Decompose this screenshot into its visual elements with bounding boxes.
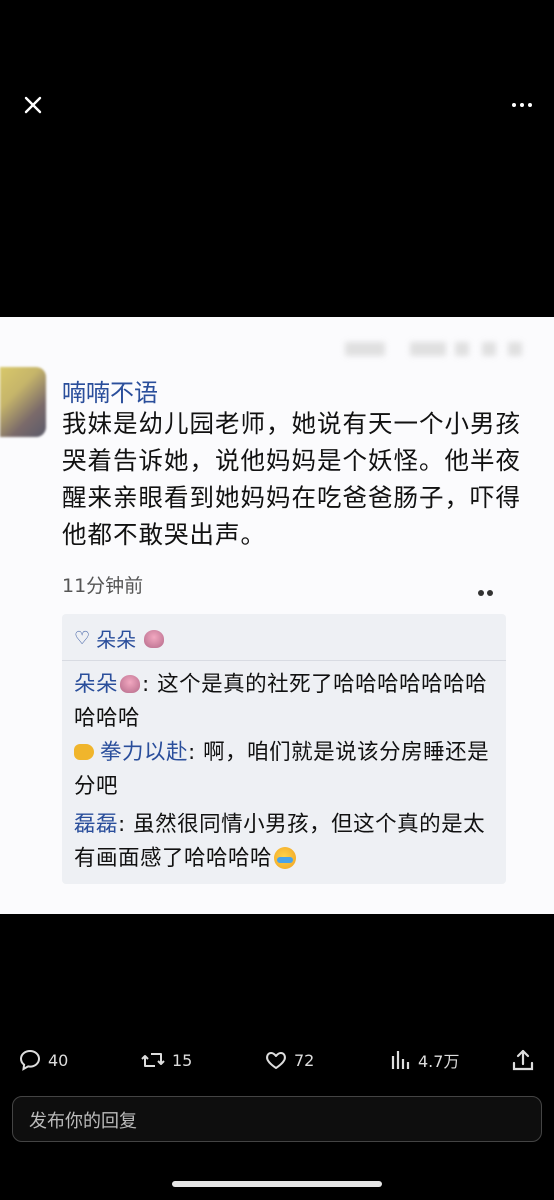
share-icon (512, 1049, 534, 1071)
blurred-area (345, 342, 385, 356)
close-icon (24, 96, 42, 114)
like-count: 72 (294, 1050, 315, 1070)
views-action[interactable]: 4.7万 (390, 1040, 459, 1080)
action-bar: 40 15 72 4.7万 (0, 1040, 554, 1080)
emoji-icon (120, 675, 141, 693)
blurred-area (455, 342, 469, 356)
post-text: 我妹是幼儿园老师，她说有天一个小男孩哭着告诉她，说他妈妈是个妖怪。他半夜醒来亲眼… (62, 409, 521, 549)
comment-icon (19, 1049, 41, 1071)
home-indicator[interactable] (172, 1181, 382, 1187)
share-action[interactable] (510, 1040, 536, 1080)
emoji-icon (144, 629, 165, 648)
post-more-icon (476, 581, 494, 600)
comment-author: 拳力以赴 (100, 740, 189, 765)
like-action[interactable]: 72 (264, 1040, 314, 1080)
bar-chart-icon (391, 1051, 410, 1069)
divider (62, 660, 506, 661)
comment-author: 朵朵 (74, 672, 119, 697)
comment-author: 磊磊 (74, 812, 119, 837)
more-dots-icon (512, 103, 516, 107)
reply-count: 40 (48, 1050, 69, 1070)
avatar (0, 367, 46, 437)
reply-action[interactable]: 40 (18, 1040, 68, 1080)
blurred-area (482, 342, 496, 356)
reply-placeholder: 发布你的回复 (29, 1111, 137, 1132)
comment-item: 拳力以赴: 啊，咱们就是说该分房睡还是分吧 (74, 736, 494, 804)
heart-icon (266, 1052, 286, 1069)
view-count: 4.7万 (418, 1052, 460, 1071)
heart-outline-icon: ♡ (74, 628, 91, 649)
fist-emoji-icon (74, 744, 94, 760)
post-username: 喃喃不语 (62, 379, 158, 407)
blurred-area (410, 342, 446, 356)
crying-laughing-emoji-icon (274, 847, 297, 869)
likes-row: ♡ 朵朵 (74, 624, 166, 653)
close-button[interactable] (18, 90, 48, 120)
post-image[interactable]: 喃喃不语 我妹是幼儿园老师，她说有天一个小男孩哭着告诉她，说他妈妈是个妖怪。他半… (0, 317, 554, 914)
top-bar (0, 0, 554, 210)
comment-item: 磊磊: 虽然很同情小男孩，但这个真的是太有画面感了哈哈哈哈 (74, 808, 494, 876)
post-time: 11分钟前 (62, 575, 144, 597)
repost-count: 15 (172, 1050, 193, 1070)
blurred-area (508, 342, 522, 356)
more-options-button[interactable] (504, 90, 540, 120)
comment-item: 朵朵: 这个是真的社死了哈哈哈哈哈哈哈哈哈哈 (74, 668, 494, 736)
repost-icon (141, 1053, 165, 1067)
liker-name: 朵朵 (96, 628, 137, 652)
reply-input[interactable]: 发布你的回复 (12, 1096, 542, 1142)
repost-action[interactable]: 15 (140, 1040, 192, 1080)
comments-box: ♡ 朵朵 朵朵: 这个是真的社死了哈哈哈哈哈哈哈哈哈哈 拳力以赴: 啊，咱们就是… (62, 614, 506, 884)
